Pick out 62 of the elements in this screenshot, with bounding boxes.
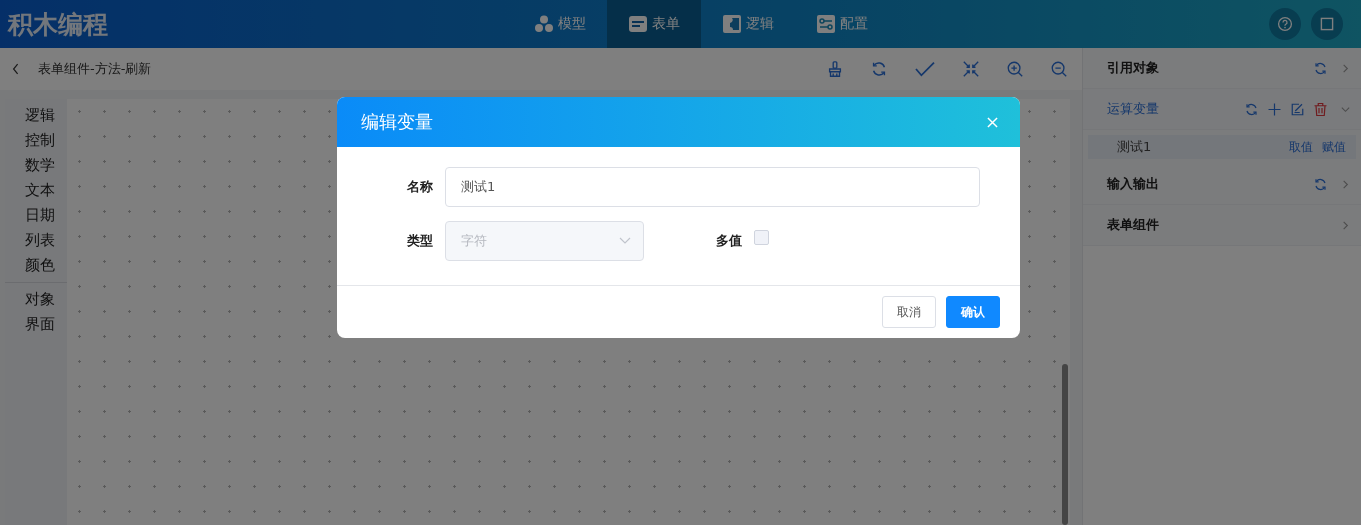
chevron-down-icon [619, 237, 631, 245]
form-icon [628, 14, 648, 34]
app-title: 积木编程 [6, 8, 109, 41]
variable-row[interactable]: 测试1 取值 赋值 [1088, 135, 1356, 159]
panel-section-header[interactable]: 表单组件 [1083, 205, 1361, 246]
palette-item[interactable]: 数学 [25, 153, 67, 178]
scrollbar[interactable] [1062, 364, 1068, 525]
close-icon[interactable] [987, 116, 998, 128]
palette-item[interactable]: 界面 [25, 312, 67, 337]
check-icon[interactable] [914, 60, 936, 78]
refresh-icon[interactable] [870, 60, 888, 78]
nav-tab[interactable]: 模型 [513, 0, 607, 48]
delete-icon[interactable] [1313, 101, 1328, 117]
cancel-button[interactable]: 取消 [882, 296, 936, 328]
section-title: 表单组件 [1107, 216, 1159, 234]
field-label: 名称 [406, 178, 434, 196]
plus-icon[interactable] [1267, 101, 1282, 117]
settings-icon [816, 14, 836, 34]
zoom-out-icon[interactable] [1050, 60, 1068, 78]
palette-item[interactable]: 日期 [25, 203, 67, 228]
refresh-icon[interactable] [1244, 101, 1259, 117]
nav-tab[interactable]: 配置 [795, 0, 889, 48]
field-label: 类型 [406, 232, 434, 250]
palette-item[interactable]: 文本 [25, 178, 67, 203]
variable-link[interactable]: 取值 [1289, 138, 1313, 156]
confirm-button[interactable]: 确认 [946, 296, 1000, 328]
maximize-button[interactable] [1311, 8, 1343, 40]
square-icon [1320, 17, 1334, 31]
help-button[interactable] [1269, 8, 1301, 40]
variable-name: 测试1 [1117, 138, 1152, 156]
edit-icon[interactable] [1290, 101, 1305, 117]
nav-tab[interactable]: 逻辑 [701, 0, 795, 48]
panel-section-header[interactable]: 引用对象 [1083, 48, 1361, 89]
name-field[interactable]: 测试1 [445, 167, 980, 207]
dialog-title: 编辑变量 [361, 110, 433, 134]
palette-item[interactable]: 颜色 [25, 253, 67, 278]
back-icon[interactable] [12, 62, 20, 76]
zoom-in-icon[interactable] [1006, 60, 1024, 78]
palette-item[interactable]: 对象 [25, 287, 67, 312]
chevron-right-icon[interactable] [1340, 62, 1351, 74]
chevron-right-icon[interactable] [1340, 178, 1351, 190]
brush-icon[interactable] [826, 60, 844, 78]
refresh-icon[interactable] [1313, 176, 1328, 192]
checkbox[interactable] [754, 229, 769, 245]
puzzle-icon [722, 14, 742, 34]
cubes-icon [534, 14, 554, 34]
refresh-icon[interactable] [1313, 60, 1328, 76]
variable-link[interactable]: 赋值 [1322, 138, 1346, 156]
help-icon [1277, 16, 1293, 32]
section-title: 运算变量 [1107, 100, 1159, 118]
chevron-right-icon[interactable] [1340, 219, 1351, 231]
palette-item[interactable]: 控制 [25, 128, 67, 153]
nav-tab[interactable]: 表单 [607, 0, 701, 48]
breadcrumb: 表单组件-方法-刷新 [38, 60, 152, 78]
collapse-icon[interactable] [962, 60, 980, 78]
palette-item[interactable]: 列表 [25, 228, 67, 253]
section-title: 引用对象 [1107, 59, 1159, 77]
field-label: 多值 [715, 232, 743, 250]
palette-item[interactable]: 逻辑 [25, 103, 67, 128]
panel-section-header[interactable]: 运算变量 [1083, 89, 1361, 130]
section-title: 输入输出 [1107, 175, 1159, 193]
panel-section-header[interactable]: 输入输出 [1083, 164, 1361, 205]
